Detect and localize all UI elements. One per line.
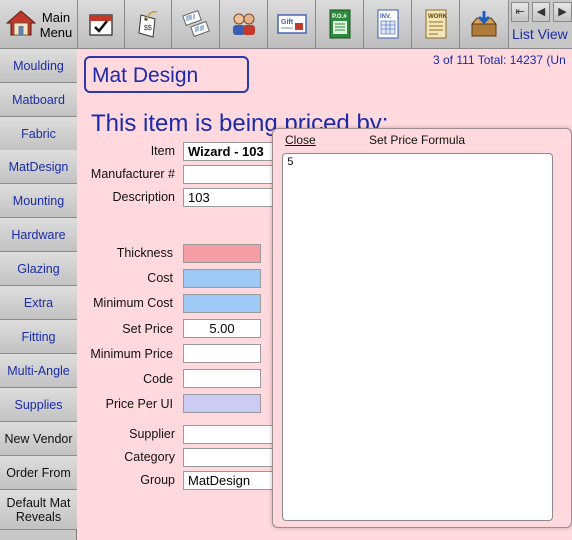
sidebar-item-new-vendor[interactable]: New Vendor [0,422,77,456]
inv-text: INV. [380,14,391,20]
toolbar: Main Menu $$ Gift P.O.# INV. WORK ⇤ ◀ ▶ … [0,0,572,49]
svg-text:$$: $$ [144,25,152,32]
manufacturer-field[interactable] [183,165,275,184]
record-count: 3 of 111 Total: 14237 (Un [433,53,566,67]
thickness-field[interactable] [183,244,261,263]
supplier-field[interactable] [183,425,275,444]
code-label: Code [143,372,173,386]
invoice-button[interactable]: INV. [364,0,412,48]
purchase-order-icon: P.O.# [329,9,350,39]
main-menu-button[interactable]: Main Menu [0,0,78,48]
gift-certificate-icon: Gift [276,14,307,34]
minimum-price-field[interactable] [183,344,261,363]
barcode-button[interactable] [172,0,220,48]
sidebar-item-extra[interactable]: Extra [0,286,77,320]
manufacturer-label: Manufacturer # [90,167,175,181]
sidebar-item-default-mat-reveals[interactable]: Default Mat Reveals [0,490,77,530]
main-menu-label: Main Menu [39,10,73,40]
sidebar-item-multi-angle[interactable]: Multi-Angle [0,354,77,388]
inbox-button[interactable] [460,0,509,48]
supplier-label: Supplier [129,427,175,441]
minimum-cost-field[interactable] [183,294,261,313]
group-field[interactable]: MatDesign [183,471,275,490]
calendar-button[interactable] [78,0,125,48]
set-price-field[interactable]: 5.00 [183,319,261,338]
previous-record-icon[interactable]: ◀ [532,2,550,22]
panel-title: Mat Design [84,56,249,93]
popover-title: Set Price Formula [369,133,466,147]
first-record-icon[interactable]: ⇤ [511,2,529,22]
customers-icon [232,13,255,35]
sidebar: Moulding Matboard Fabric MatDesign Mount… [0,49,77,540]
set-price-formula-popover: Close Set Price Formula 5 [272,128,572,528]
barcode-icon [181,10,210,38]
list-view-button[interactable]: List View [512,26,572,46]
description-field[interactable]: 103 [183,188,275,207]
category-label: Category [124,450,175,464]
price-tag-icon: $$ [138,10,158,38]
cost-label: Cost [147,271,173,285]
item-field[interactable]: Wizard - 103 [183,142,275,161]
group-label: Group [140,473,175,487]
sidebar-item-matboard[interactable]: Matboard [0,83,77,117]
work-text: WORK [428,14,448,20]
sidebar-item-mounting[interactable]: Mounting [0,184,77,218]
gift-certificate-button[interactable]: Gift [268,0,316,48]
close-link[interactable]: Close [285,133,316,147]
thickness-label: Thickness [116,246,173,260]
home-icon [6,10,36,36]
sidebar-item-hardware[interactable]: Hardware [0,218,77,252]
set-price-label: Set Price [122,322,173,336]
sidebar-item-fitting[interactable]: Fitting [0,320,77,354]
minimum-price-label: Minimum Price [90,347,173,361]
work-order-button[interactable]: WORK [412,0,460,48]
inbox-icon [470,11,498,37]
price-tag-button[interactable]: $$ [125,0,172,48]
cost-field[interactable] [183,269,261,288]
sidebar-item-supplies[interactable]: Supplies [0,388,77,422]
sidebar-item-glazing[interactable]: Glazing [0,252,77,286]
work-order-icon: WORK [425,9,448,39]
customers-button[interactable] [220,0,268,48]
sidebar-item-matdesign[interactable]: MatDesign [0,150,77,184]
price-per-ui-field[interactable] [183,394,261,413]
gift-text: Gift [281,19,294,26]
category-field[interactable] [183,448,275,467]
item-label: Item [150,144,175,158]
purchase-order-button[interactable]: P.O.# [316,0,364,48]
sidebar-item-moulding[interactable]: Moulding [0,49,77,83]
calendar-check-icon [89,14,113,36]
code-field[interactable] [183,369,261,388]
price-per-ui-label: Price Per UI [105,397,173,411]
description-label: Description [112,190,175,204]
sidebar-item-order-from[interactable]: Order From [0,456,77,490]
formula-textarea[interactable]: 5 [282,153,553,521]
sidebar-item-fabric[interactable]: Fabric [0,117,77,151]
next-record-icon[interactable]: ▶ [553,2,572,22]
minimum-cost-label: Minimum Cost [93,296,173,310]
po-text: P.O.# [332,14,347,20]
invoice-icon: INV. [377,9,398,39]
